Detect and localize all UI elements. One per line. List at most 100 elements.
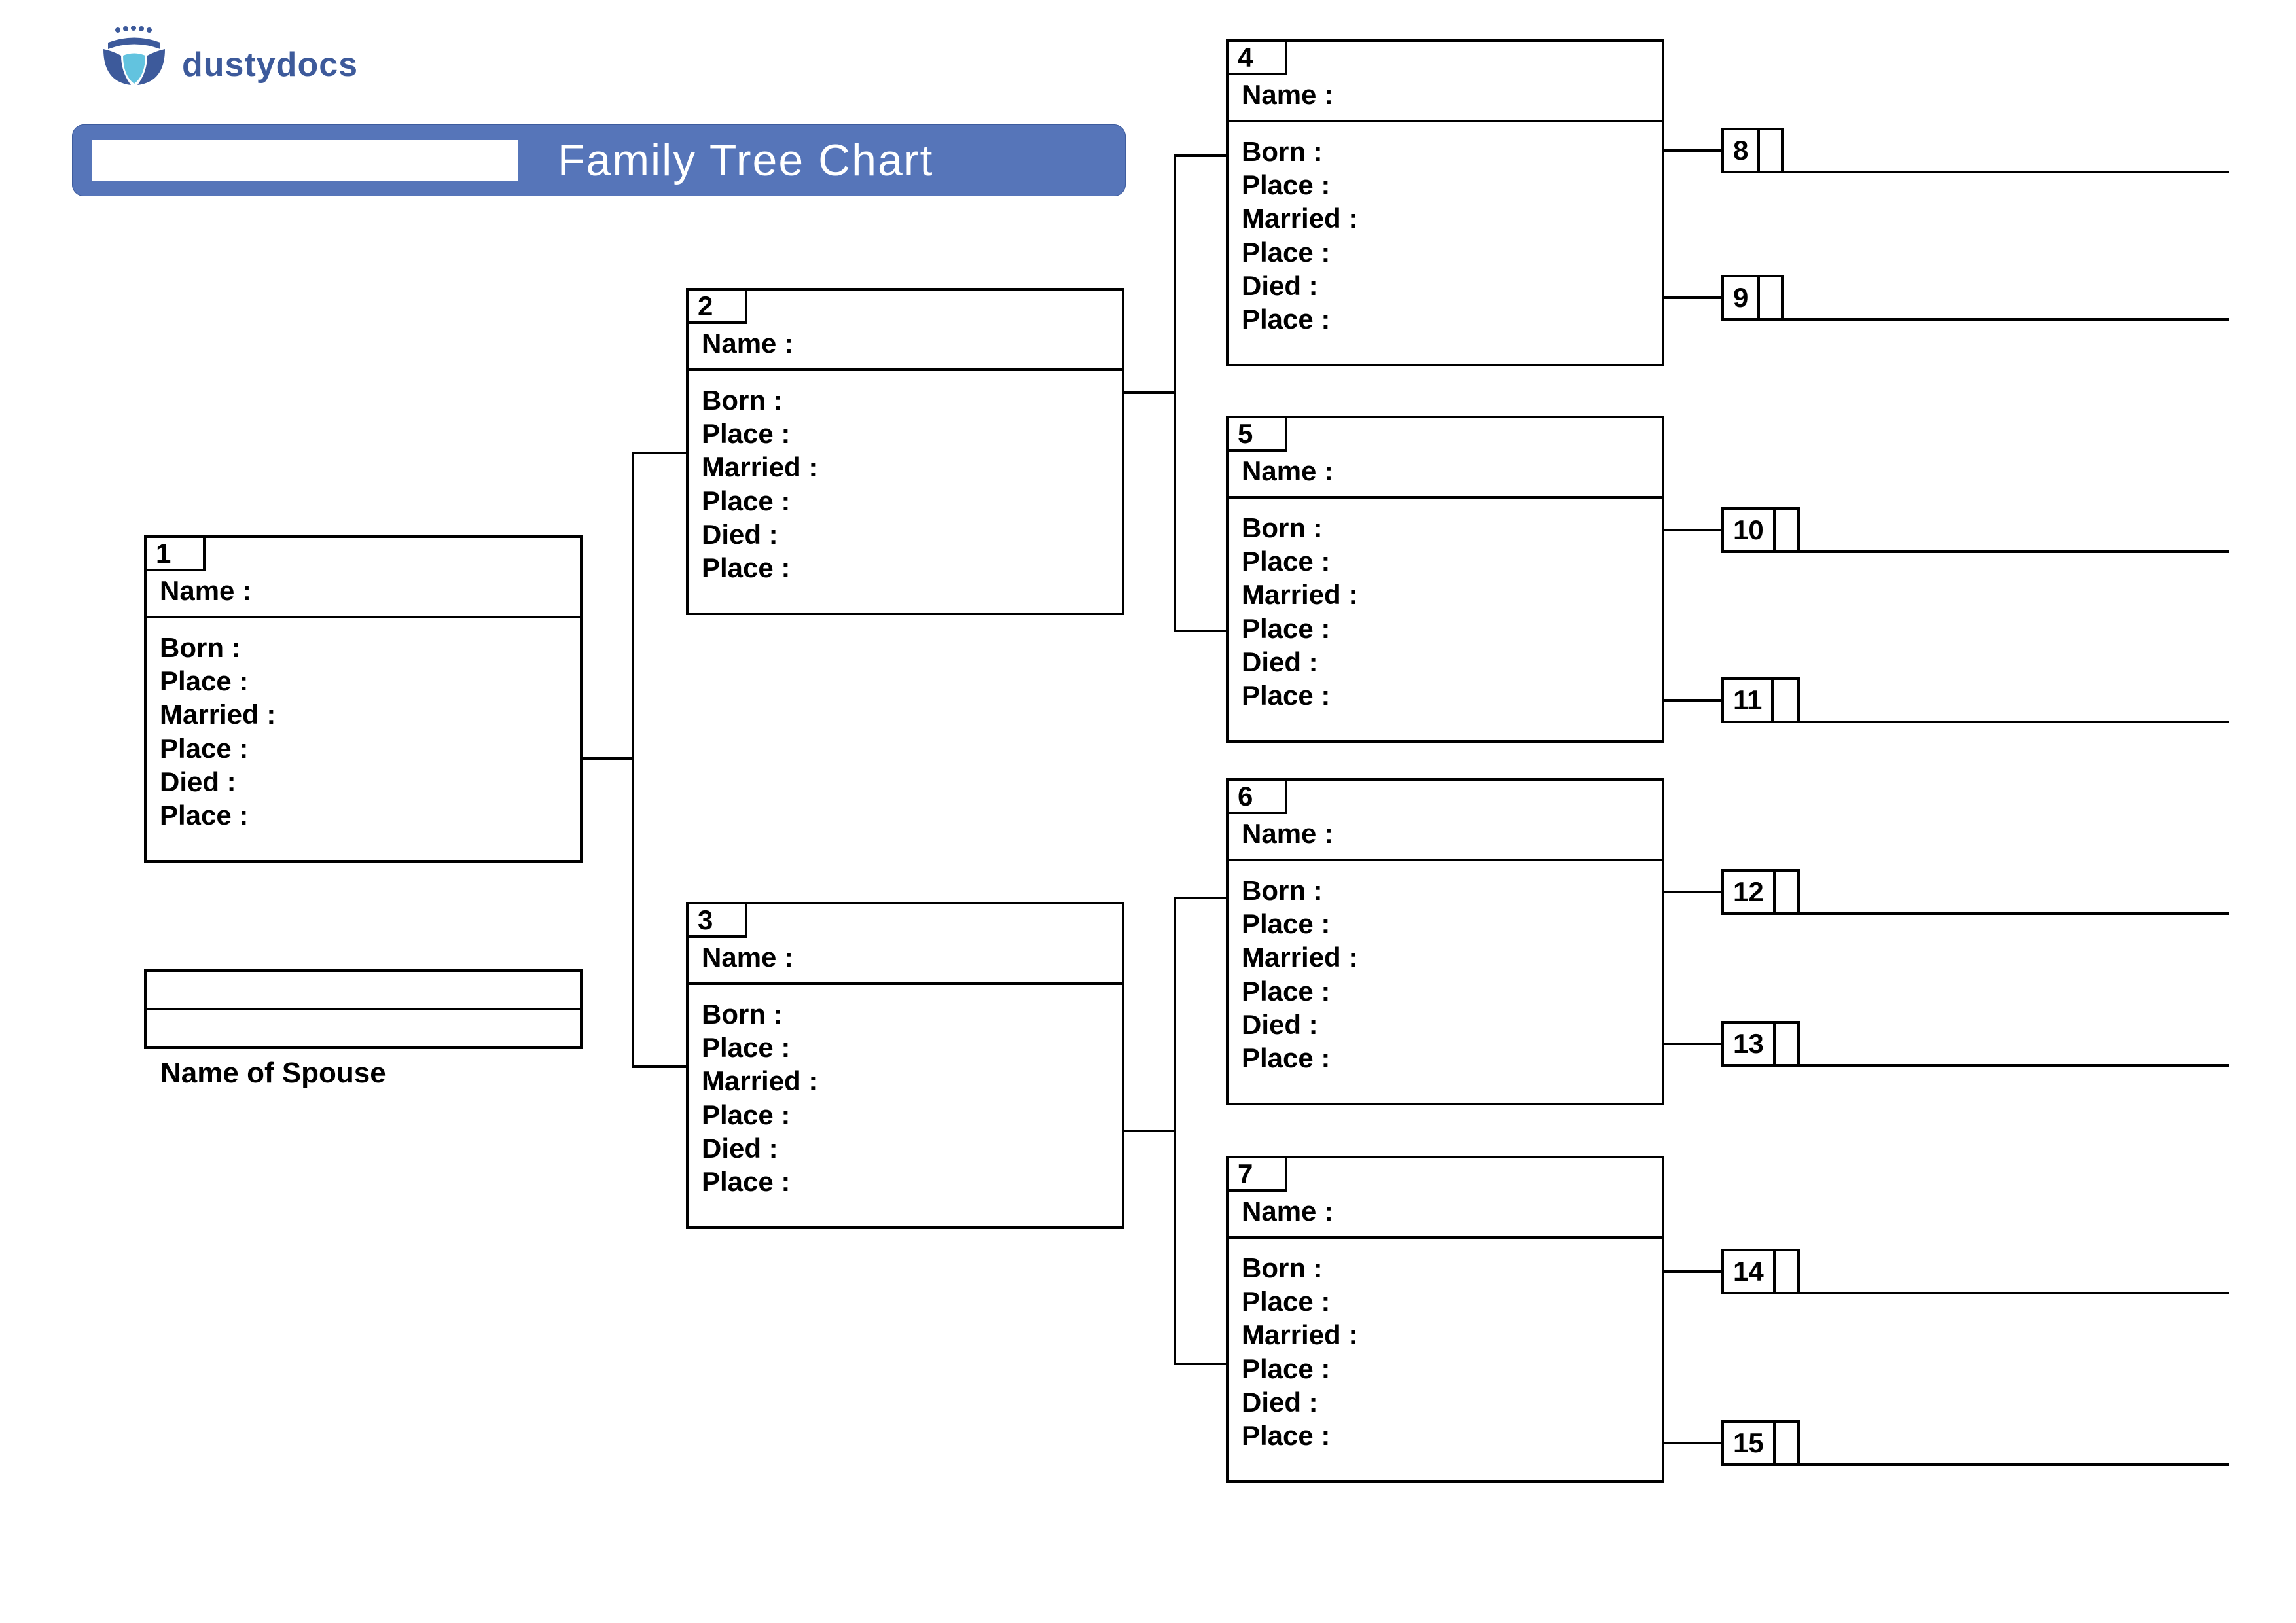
person-box-7[interactable]: 7 Name : Born : Place : Married : Place … [1226,1156,1664,1483]
connector [1174,630,1226,632]
connector [1124,391,1174,394]
person-number-ext [1255,778,1287,814]
place-label: Place : [1242,168,1649,202]
spouse-box[interactable] [144,969,583,1049]
connector [632,452,686,454]
detail-block: Born : Place : Married : Place : Died : … [147,623,580,842]
document-canvas: dustydocs Family Tree Chart 1 Name : Bor… [0,0,2296,1623]
slot-line-11[interactable] [1800,721,2229,723]
connector [1174,897,1226,899]
connector [1664,1043,1721,1045]
place-label: Place : [1242,679,1649,712]
name-label: Name : [1229,75,1662,122]
person-slot-9[interactable]: 9 [1721,275,1784,321]
title-blank-input[interactable] [92,140,518,181]
name-label: Name : [1229,452,1662,499]
died-label: Died : [1242,645,1649,679]
slot-line-13[interactable] [1800,1064,2229,1067]
place-label: Place : [1242,236,1649,269]
connector [583,757,632,760]
spouse-label: Name of Spouse [160,1057,386,1090]
place-label: Place : [1242,907,1649,940]
detail-block: Born : Place : Married : Place : Died : … [689,376,1122,595]
name-label: Name : [147,571,580,618]
detail-block: Born : Place : Married : Place : Died : … [1229,503,1662,722]
connector [1664,149,1721,152]
born-label: Born : [1242,1251,1649,1285]
born-label: Born : [702,383,1109,417]
died-label: Died : [160,765,567,798]
person-number-14: 14 [1721,1249,1776,1294]
person-slot-12[interactable]: 12 [1721,869,1800,915]
place-label: Place : [1242,544,1649,578]
born-label: Born : [1242,135,1649,168]
connector [1174,154,1226,157]
person-box-6[interactable]: 6 Name : Born : Place : Married : Place … [1226,778,1664,1105]
detail-block: Born : Place : Married : Place : Died : … [1229,1243,1662,1463]
connector [1664,699,1721,702]
person-number-15: 15 [1721,1420,1776,1466]
person-box-4[interactable]: 4 Name : Born : Place : Married : Place … [1226,39,1664,366]
married-label: Married : [1242,202,1649,235]
person-box-5[interactable]: 5 Name : Born : Place : Married : Place … [1226,416,1664,743]
person-number-11: 11 [1721,677,1774,723]
person-slot-15[interactable]: 15 [1721,1420,1800,1466]
slot-line-14[interactable] [1800,1292,2229,1294]
slot-line-12[interactable] [1800,912,2229,915]
spouse-top-field[interactable] [147,972,580,1010]
spouse-bottom-field[interactable] [147,1010,580,1046]
place-label: Place : [702,1098,1109,1132]
slot-line-9[interactable] [1784,318,2229,321]
married-label: Married : [160,698,567,731]
slot-line-10[interactable] [1800,550,2229,553]
person-number-ext [1255,416,1287,452]
married-label: Married : [702,1064,1109,1097]
connector [1124,1130,1174,1132]
married-label: Married : [1242,578,1649,611]
place-label: Place : [702,1031,1109,1064]
person-slot-14[interactable]: 14 [1721,1249,1800,1294]
place-label: Place : [702,484,1109,518]
person-box-2[interactable]: 2 Name : Born : Place : Married : Place … [686,288,1124,615]
person-number-ext [715,902,747,938]
slot-line-8[interactable] [1784,171,2229,173]
place-label: Place : [1242,302,1649,336]
name-label: Name : [689,324,1122,371]
born-label: Born : [1242,511,1649,544]
detail-block: Born : Place : Married : Place : Died : … [1229,866,1662,1085]
died-label: Died : [1242,1385,1649,1419]
person-slot-8[interactable]: 8 [1721,128,1784,173]
place-label: Place : [1242,1285,1649,1318]
person-number-12: 12 [1721,869,1776,915]
person-slot-11[interactable]: 11 [1721,677,1800,723]
person-number-13: 13 [1721,1021,1776,1067]
brand-logo: dustydocs [98,26,358,88]
place-label: Place : [1242,1041,1649,1075]
connector [632,452,634,1065]
person-box-1[interactable]: 1 Name : Born : Place : Married : Place … [144,535,583,863]
name-label: Name : [1229,814,1662,861]
person-box-3[interactable]: 3 Name : Born : Place : Married : Place … [686,902,1124,1229]
brand-name: dustydocs [182,45,358,88]
person-number-ext [1255,39,1287,75]
married-label: Married : [1242,1318,1649,1351]
place-label: Place : [1242,1352,1649,1385]
place-label: Place : [702,551,1109,584]
born-label: Born : [160,631,567,664]
person-slot-10[interactable]: 10 [1721,507,1800,553]
connector [632,1065,686,1068]
connector [1664,1270,1721,1273]
connector [1174,154,1176,632]
died-label: Died : [1242,1008,1649,1041]
person-slot-13[interactable]: 13 [1721,1021,1800,1067]
place-label: Place : [702,417,1109,450]
connector [1174,1363,1226,1365]
died-label: Died : [1242,269,1649,302]
connector [1174,897,1176,1365]
slot-line-15[interactable] [1800,1463,2229,1466]
place-label: Place : [702,1165,1109,1198]
died-label: Died : [702,1132,1109,1165]
person-number-9: 9 [1721,275,1760,321]
name-label: Name : [689,938,1122,985]
page-title: Family Tree Chart [558,135,933,186]
